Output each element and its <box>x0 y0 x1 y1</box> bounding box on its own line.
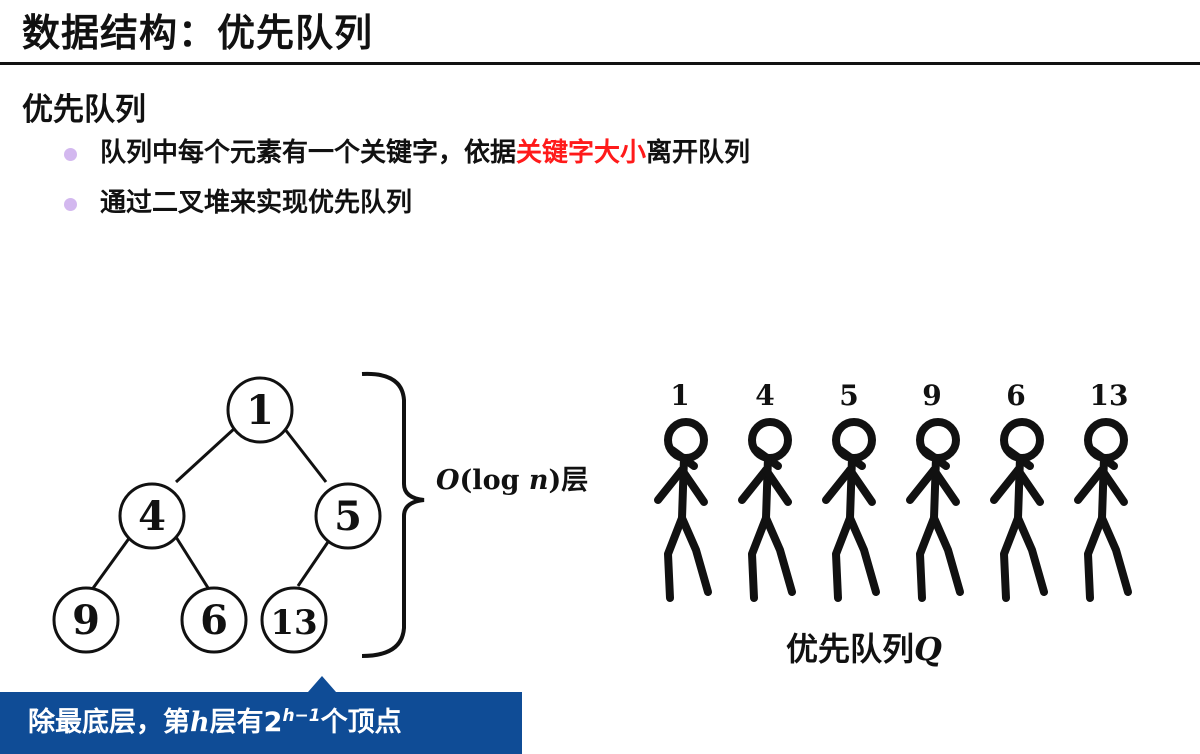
callout-text-after: 个顶点 <box>320 707 402 738</box>
diagram-canvas: 1 4 5 9 6 13 1 4 5 9 6 13 <box>0 371 1200 754</box>
heap-edge <box>174 536 212 592</box>
person-icon <box>826 422 876 598</box>
callout-text-before: 除最底层，第 <box>28 707 190 738</box>
heap-node-value: 6 <box>200 597 228 644</box>
person-icon <box>658 422 708 598</box>
heap-node-value: 1 <box>246 387 274 434</box>
queue-value: 1 <box>670 379 689 412</box>
heap-edge <box>89 536 132 592</box>
queue-value: 6 <box>1006 379 1025 412</box>
height-label-var: n <box>528 465 549 496</box>
queue-value: 9 <box>922 379 941 412</box>
heap-node-value: 13 <box>270 603 317 643</box>
queue-label: 优先队列Q <box>786 624 942 670</box>
person-icon <box>994 422 1044 598</box>
heap-node-value: 5 <box>334 493 362 540</box>
person-icon <box>910 422 960 598</box>
queue-label-text: 优先队列 <box>786 630 915 668</box>
heap-node-value: 9 <box>72 597 100 644</box>
callout-text-middle: 层有2 <box>209 707 283 738</box>
queue-value: 13 <box>1090 379 1129 412</box>
person-icon <box>1078 422 1128 598</box>
height-label: O(log n)层 <box>436 458 588 497</box>
heap-edge <box>174 426 237 484</box>
person-icon <box>742 422 792 598</box>
queue-label-var: Q <box>914 630 942 668</box>
queue-value: 4 <box>755 379 774 412</box>
heap-edge <box>296 538 332 587</box>
callout-var: h <box>190 707 210 738</box>
queue-value: 5 <box>839 379 858 412</box>
callout-text: 除最底层，第h层有2h−1个顶点 <box>28 700 402 739</box>
height-label-middle: (log <box>459 465 529 496</box>
heap-node-value: 4 <box>138 493 166 540</box>
callout-superscript: h−1 <box>282 706 321 726</box>
height-label-prefix: O <box>436 465 460 496</box>
height-label-suffix: )层 <box>548 465 589 496</box>
heap-edge <box>282 427 328 483</box>
